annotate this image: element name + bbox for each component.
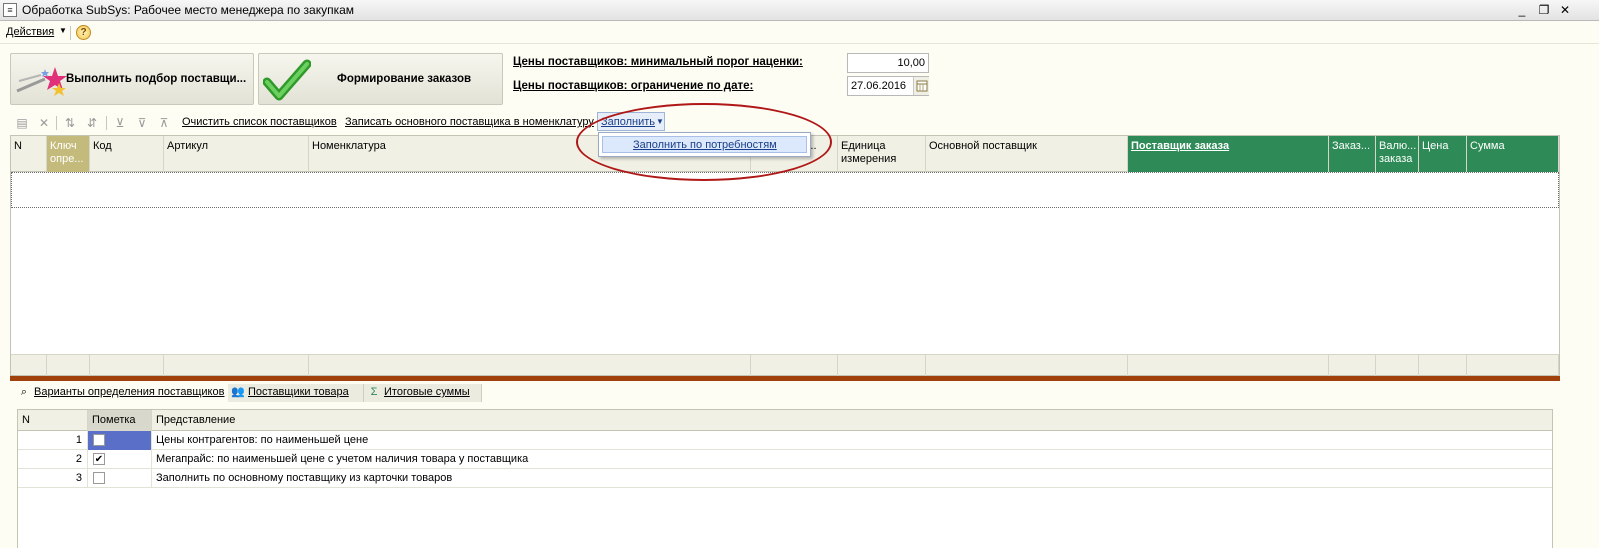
mark-cell[interactable] bbox=[88, 431, 152, 450]
restore-button[interactable]: ❐ bbox=[1535, 2, 1553, 18]
footer-cell bbox=[309, 355, 751, 376]
footer-cell bbox=[838, 355, 926, 376]
mark-cell[interactable] bbox=[88, 469, 152, 488]
sort-ascending-icon[interactable]: ⇅ bbox=[62, 115, 78, 131]
stars-icon bbox=[16, 67, 67, 96]
tab-label: Варианты определения поставщиков bbox=[34, 386, 225, 398]
table-row[interactable]: 2 ✔ Мегапрайс: по наименьшей цене с учет… bbox=[18, 450, 1552, 469]
window-title: Обработка SubSys: Рабочее место менеджер… bbox=[22, 3, 355, 17]
highlight-ellipse bbox=[576, 103, 832, 181]
toolbar-separator bbox=[56, 116, 57, 130]
footer-cell bbox=[90, 355, 164, 376]
select-suppliers-label: Выполнить подбор поставщи... bbox=[66, 73, 247, 85]
write-main-supplier-link[interactable]: Записать основного поставщика в номенкла… bbox=[345, 116, 594, 128]
variants-header: N Пометка Представление bbox=[18, 410, 1552, 431]
column-header-main-supplier[interactable]: Основной поставщик bbox=[926, 136, 1128, 172]
min-markup-label: Цены поставщиков: минимальный порог наце… bbox=[513, 56, 803, 68]
column-header-representation[interactable]: Представление bbox=[152, 410, 1552, 431]
column-header-order[interactable]: Заказ... bbox=[1329, 136, 1376, 172]
tab-supplier-variants[interactable]: ⌕ Варианты определения поставщиков bbox=[14, 384, 228, 402]
column-header-sum[interactable]: Сумма bbox=[1467, 136, 1559, 172]
row-representation: Цены контрагентов: по наименьшей цене bbox=[156, 434, 369, 446]
app-icon: ≡ bbox=[3, 3, 17, 17]
menubar-separator bbox=[70, 26, 71, 40]
window-titlebar: ≡ Обработка SubSys: Рабочее место менедж… bbox=[0, 0, 1599, 21]
footer-cell bbox=[47, 355, 90, 376]
clear-suppliers-link[interactable]: Очистить список поставщиков bbox=[182, 116, 337, 128]
variants-grid[interactable]: N Пометка Представление 1 Цены контраген… bbox=[17, 409, 1553, 548]
column-header-currency[interactable]: Валю... заказа bbox=[1376, 136, 1419, 172]
footer-cell bbox=[1467, 355, 1559, 376]
grid-footer bbox=[11, 354, 1559, 376]
column-header-order-supplier[interactable]: Поставщик заказа bbox=[1128, 136, 1329, 172]
people-icon: 👥 bbox=[231, 386, 245, 398]
row-number: 2 bbox=[18, 450, 88, 469]
tab-label: Итоговые суммы bbox=[384, 386, 470, 398]
row-number: 1 bbox=[18, 431, 88, 450]
column-header-article[interactable]: Артикул bbox=[164, 136, 309, 172]
filter-by-value-icon[interactable]: ⊽ bbox=[134, 115, 150, 131]
checkbox[interactable] bbox=[93, 472, 105, 484]
column-header-price[interactable]: Цена bbox=[1419, 136, 1467, 172]
column-header-n[interactable]: N bbox=[11, 136, 47, 172]
footer-cell bbox=[1419, 355, 1467, 376]
footer-cell bbox=[1128, 355, 1329, 376]
min-markup-field[interactable]: 10,00 bbox=[847, 53, 929, 73]
calendar-icon bbox=[916, 80, 928, 92]
footer-cell bbox=[11, 355, 47, 376]
panel-splitter[interactable] bbox=[10, 376, 1560, 381]
toolbar-separator bbox=[106, 116, 107, 130]
footer-cell bbox=[926, 355, 1128, 376]
tabs-bar: ⌕ Варианты определения поставщиков 👥 Пос… bbox=[10, 382, 1560, 402]
select-suppliers-button[interactable]: Выполнить подбор поставщи... bbox=[10, 53, 254, 105]
form-orders-button[interactable]: Формирование заказов bbox=[258, 53, 503, 105]
form-orders-label: Формирование заказов bbox=[337, 73, 472, 85]
checkbox[interactable] bbox=[93, 434, 105, 446]
column-header-key[interactable]: Ключ опре... bbox=[47, 136, 90, 172]
menubar: Действия ▼ ? bbox=[0, 22, 1599, 44]
footer-cell bbox=[164, 355, 309, 376]
mark-cell[interactable]: ✔ bbox=[88, 450, 152, 469]
footer-cell bbox=[1329, 355, 1376, 376]
tab-totals[interactable]: Σ Итоговые суммы bbox=[364, 384, 482, 402]
tab-label: Поставщики товара bbox=[248, 386, 349, 398]
table-row[interactable]: 3 Заполнить по основному поставщику из к… bbox=[18, 469, 1552, 488]
row-representation: Мегапрайс: по наименьшей цене с учетом н… bbox=[156, 453, 529, 465]
delete-row-icon[interactable]: ✕ bbox=[36, 115, 52, 131]
close-button[interactable]: ✕ bbox=[1556, 2, 1574, 18]
checkbox-checked[interactable]: ✔ bbox=[93, 453, 105, 465]
tab-product-suppliers[interactable]: 👥 Поставщики товара bbox=[228, 384, 364, 402]
search-icon: ⌕ bbox=[20, 386, 28, 398]
row-number: 3 bbox=[18, 469, 88, 488]
clear-filter-icon[interactable]: ⊼ bbox=[156, 115, 172, 131]
actions-caret-icon[interactable]: ▼ bbox=[59, 26, 67, 35]
grid-empty-row[interactable] bbox=[11, 172, 1559, 208]
checkmark-icon bbox=[263, 59, 311, 101]
help-button[interactable]: ? bbox=[76, 25, 91, 40]
column-header-n[interactable]: N bbox=[18, 410, 88, 431]
column-header-unit[interactable]: Единица измерения bbox=[838, 136, 926, 172]
footer-cell bbox=[751, 355, 838, 376]
sort-descending-icon[interactable]: ⇵ bbox=[84, 115, 100, 131]
add-row-icon[interactable]: ▤ bbox=[14, 115, 30, 131]
table-row[interactable]: 1 Цены контрагентов: по наименьшей цене bbox=[18, 431, 1552, 450]
actions-menu[interactable]: Действия bbox=[6, 26, 54, 38]
sum-icon: Σ bbox=[370, 386, 378, 398]
date-limit-label: Цены поставщиков: ограничение по дате: bbox=[513, 80, 754, 92]
filter-icon[interactable]: ⊻ bbox=[112, 115, 128, 131]
footer-cell bbox=[1376, 355, 1419, 376]
column-header-mark[interactable]: Пометка bbox=[88, 410, 152, 431]
calendar-button[interactable] bbox=[913, 77, 929, 95]
minimize-button[interactable]: _ bbox=[1513, 2, 1531, 18]
row-representation: Заполнить по основному поставщику из кар… bbox=[156, 472, 453, 484]
column-header-code[interactable]: Код bbox=[90, 136, 164, 172]
